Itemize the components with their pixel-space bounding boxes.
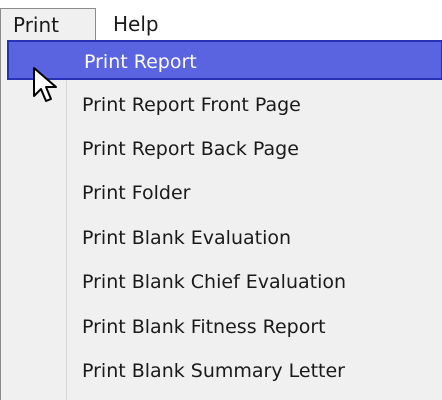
menu-item-print-report-front-page[interactable]: Print Report Front Page — [67, 85, 442, 125]
menu-print[interactable]: Print — [0, 8, 96, 40]
menu-icon-strip — [3, 40, 67, 400]
menu-item-print-blank-chief-evaluation[interactable]: Print Blank Chief Evaluation — [67, 262, 442, 302]
menu-item-print-blank-summary-letter[interactable]: Print Blank Summary Letter — [67, 351, 442, 391]
menu-help[interactable]: Help — [113, 8, 173, 40]
menu-item-print-blank-evaluation[interactable]: Print Blank Evaluation — [67, 218, 442, 258]
print-dropdown-menu: Print Report Print Report Front Page Pri… — [0, 40, 442, 400]
menu-bar: Print Help — [0, 0, 442, 43]
menu-item-print-blank-fitness-report[interactable]: Print Blank Fitness Report — [67, 307, 442, 347]
menu-item-print-folder[interactable]: Print Folder — [67, 173, 442, 213]
menu-item-print-report[interactable]: Print Report — [7, 40, 442, 80]
menu-item-print-report-back-page[interactable]: Print Report Back Page — [67, 129, 442, 169]
